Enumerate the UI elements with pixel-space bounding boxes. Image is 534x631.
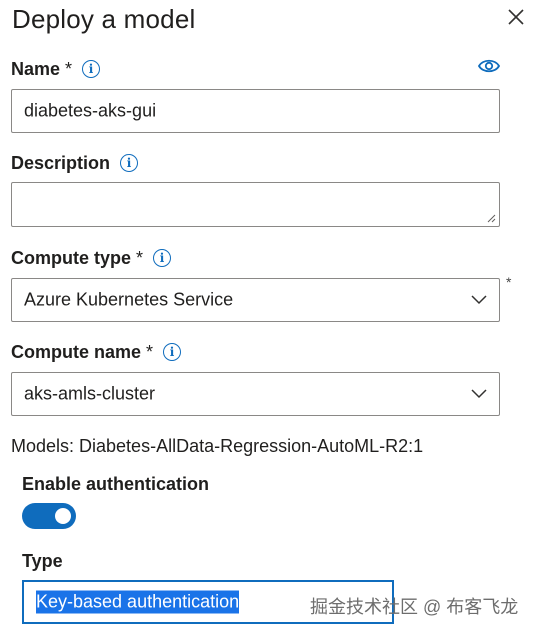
name-input-value: diabetes-aks-gui [24, 100, 157, 121]
eye-icon[interactable] [478, 58, 500, 74]
required-marker: * [136, 248, 144, 268]
compute-type-label-row: Compute type * i [11, 248, 172, 269]
name-label: Name [11, 59, 61, 79]
panel-title: Deploy a model [12, 4, 196, 34]
info-icon[interactable]: i [153, 249, 172, 267]
close-icon[interactable] [505, 6, 527, 28]
enable-authentication-label: Enable authentication [22, 474, 210, 494]
compute-name-label-row: Compute name * i [11, 342, 182, 363]
type-value: Key-based authentication [36, 590, 240, 614]
toggle-knob [55, 508, 71, 524]
chevron-down-icon [471, 389, 487, 399]
resize-handle-icon[interactable] [486, 213, 496, 223]
description-textarea[interactable] [11, 182, 500, 227]
info-icon[interactable]: i [82, 60, 101, 78]
enable-authentication-toggle[interactable] [22, 503, 76, 529]
name-input[interactable]: diabetes-aks-gui [11, 89, 500, 133]
watermark-text: 掘金技术社区 @ 布客飞龙 [310, 597, 519, 617]
info-icon[interactable]: i [120, 154, 139, 172]
compute-type-value: Azure Kubernetes Service [24, 289, 234, 310]
type-label: Type [22, 551, 63, 571]
models-text: Models: Diabetes-AllData-Regression-Auto… [11, 436, 424, 456]
description-label: Description [11, 153, 111, 173]
description-label-row: Description i [11, 153, 139, 174]
name-label-row: Name * i [11, 59, 101, 80]
compute-name-label: Compute name [11, 342, 142, 362]
required-marker: * [146, 342, 154, 362]
compute-type-label: Compute type [11, 248, 132, 268]
required-marker-side: * [506, 274, 512, 290]
compute-name-dropdown[interactable]: aks-amls-cluster [11, 372, 500, 416]
chevron-down-icon [471, 295, 487, 305]
required-marker: * [65, 59, 73, 79]
compute-type-dropdown[interactable]: Azure Kubernetes Service [11, 278, 500, 322]
compute-name-value: aks-amls-cluster [24, 383, 156, 404]
info-icon[interactable]: i [163, 343, 182, 361]
